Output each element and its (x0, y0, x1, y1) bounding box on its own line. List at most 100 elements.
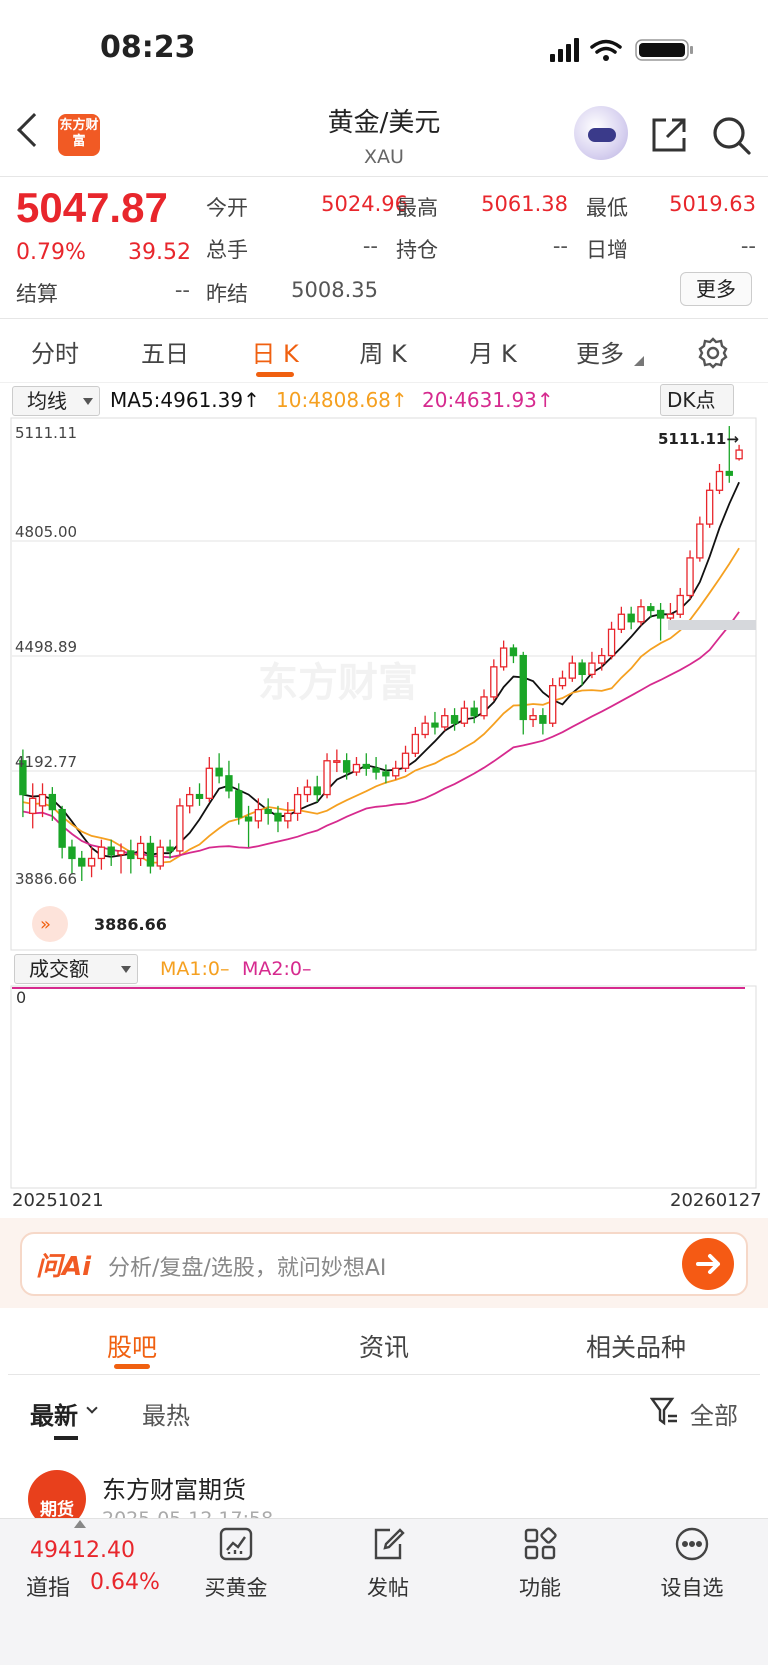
divider (8, 1374, 760, 1375)
nav-watchlist[interactable]: 设自选 (642, 1526, 742, 1602)
daily-increase-value: -- (740, 234, 756, 258)
candle-up (205, 767, 214, 799)
sort-indicator (54, 1436, 78, 1440)
dow-index-change[interactable]: 0.64% (90, 1570, 160, 1595)
candle-up (38, 793, 47, 807)
candle-up (548, 684, 557, 724)
volume-zero-label: 0 (16, 988, 27, 1007)
indicator-select-label: 均线 (27, 389, 67, 413)
nav-watchlist-label: 设自选 (660, 1576, 724, 1600)
price-band-marker (668, 620, 756, 630)
candle-up (735, 449, 743, 460)
candle-down (313, 786, 321, 796)
sort-hottest[interactable]: 最热 (142, 1396, 190, 1431)
dk-point-button[interactable]: DK点 (660, 384, 734, 416)
dow-index-label[interactable]: 道指 (26, 1570, 70, 1602)
vol-ma2-readout: MA2:0– (242, 958, 312, 980)
chart-watermark: 东方财富 (258, 660, 418, 706)
active-tab-indicator (114, 1364, 150, 1369)
y-tick-label: 4498.89 (15, 638, 77, 656)
candle-down (627, 613, 635, 623)
candle-up (97, 846, 106, 860)
tab-monthly-k[interactable]: 月 K (460, 334, 526, 369)
volume-indicator-select[interactable]: 成交额 (14, 954, 138, 984)
candle-up (117, 850, 125, 856)
candle-up (421, 722, 429, 736)
x-axis-start-date: 20251021 (12, 1190, 104, 1211)
candle-up (460, 707, 469, 724)
nav-buy-gold-label: 买黄金 (204, 1576, 268, 1600)
tab-related[interactable]: 相关品种 (576, 1328, 696, 1364)
candlestick-chart[interactable]: 东方财富 5111.11 4805.00 4498.89 4192.77 3886.66… (0, 416, 768, 952)
tab-daily-k[interactable]: 日 K (242, 334, 308, 369)
ai-submit-button[interactable] (682, 1238, 734, 1290)
status-time: 08:23 (100, 30, 196, 65)
grid-icon (524, 1527, 557, 1560)
candle-up (441, 715, 449, 728)
high-value: 5061.38 (481, 192, 568, 216)
volume-chart[interactable] (0, 984, 768, 1190)
more-dots-icon (675, 1527, 709, 1561)
candle-down (362, 763, 370, 769)
tab-intraday[interactable]: 分时 (24, 334, 86, 369)
post-author[interactable]: 东方财富期货 (102, 1470, 246, 1505)
ai-logo: 问Ai (36, 1252, 92, 1282)
more-quote-button[interactable]: 更多 (680, 272, 752, 306)
candle-up (333, 760, 341, 763)
active-tab-indicator (256, 372, 294, 377)
candle-up (588, 662, 596, 676)
nav-functions[interactable]: 功能 (490, 1526, 590, 1602)
candle-down (264, 808, 272, 815)
candle-down (78, 857, 86, 867)
y-tick-label: 5111.11 (15, 424, 77, 442)
tab-news[interactable]: 资讯 (346, 1328, 422, 1364)
indicator-select[interactable]: 均线 (12, 386, 100, 416)
candle-up (705, 489, 714, 525)
max-price-label: 5111.11→ (658, 430, 739, 448)
min-price-label: 3886.66 (94, 915, 167, 934)
filter-icon[interactable] (649, 1396, 678, 1430)
candle-up (352, 763, 361, 773)
battery-icon (635, 39, 693, 61)
candle-down (450, 715, 459, 724)
candle-up (392, 767, 400, 777)
settle-value: -- (174, 278, 190, 302)
nav-post[interactable]: 发帖 (338, 1526, 438, 1602)
search-icon[interactable] (712, 116, 752, 160)
candle-up (156, 846, 164, 867)
candle-down (647, 606, 655, 612)
candle-down (244, 816, 253, 822)
tab-more-periods[interactable]: 更多 (568, 334, 632, 369)
share-icon[interactable] (650, 116, 688, 158)
ma10-readout: 10:4808.68↑ (276, 388, 408, 412)
dropdown-caret-icon (121, 966, 131, 973)
expand-up-icon[interactable] (74, 1520, 86, 1528)
candle-up (666, 613, 675, 619)
more-caret-icon (634, 356, 644, 366)
filter-all[interactable]: 全部 (690, 1396, 738, 1431)
wifi-icon (590, 39, 622, 54)
divider (0, 382, 768, 383)
candle-down (68, 846, 76, 860)
nav-buy-gold[interactable]: 买黄金 (186, 1526, 286, 1602)
tab-weekly-k[interactable]: 周 K (350, 334, 416, 369)
sort-latest[interactable]: 最新 (30, 1396, 78, 1431)
tab-five-day[interactable]: 五日 (134, 334, 196, 369)
status-icons (550, 38, 700, 66)
ai-input-placeholder[interactable]: 分析/复盘/选股，就问妙想AI (108, 1250, 386, 1282)
settle-label: 结算 (16, 282, 58, 306)
candle-down (48, 793, 57, 811)
candle-up (529, 715, 537, 721)
trend-chart-icon (219, 1527, 253, 1561)
arrow-right-icon (696, 1254, 720, 1274)
candle-up (136, 842, 145, 860)
candle-down (146, 842, 155, 867)
candle-down (578, 662, 586, 676)
change-percent: 0.79% (16, 240, 86, 265)
candle-down (225, 775, 233, 792)
candle-down (372, 767, 380, 773)
dow-index-value[interactable]: 49412.40 (30, 1538, 135, 1563)
divider (0, 318, 768, 319)
gear-icon[interactable] (696, 336, 730, 374)
tab-stock-bar[interactable]: 股吧 (94, 1328, 170, 1364)
